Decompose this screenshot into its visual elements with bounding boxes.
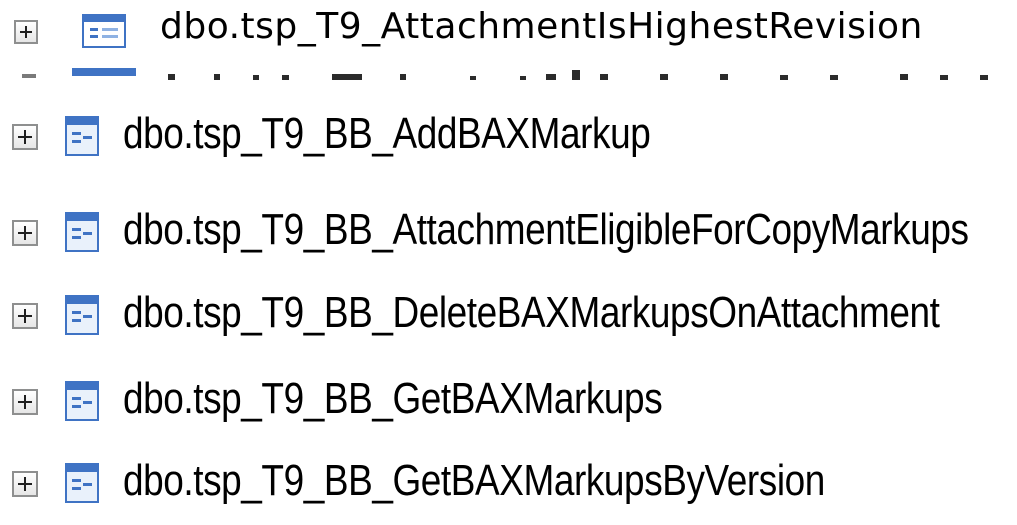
stored-procedure-icon [82,14,126,48]
tree-item-label: dbo.tsp_T9_BB_GetBAXMarkups [123,374,663,423]
tree-item-partial [0,62,1017,80]
tree-item[interactable]: dbo.tsp_T9_BB_DeleteBAXMarkupsOnAttachme… [0,279,1017,349]
tree-item[interactable]: dbo.tsp_T9_BB_GetBAXMarkups [0,365,1017,435]
expand-plus-icon[interactable] [12,389,38,415]
stored-procedure-icon [65,295,99,335]
stored-procedure-icon [65,116,99,156]
tree-item-label: dbo.tsp_T9_BB_GetBAXMarkupsByVersion [123,456,825,505]
tree-item-label: dbo.tsp_T9_BB_AttachmentEligibleForCopyM… [123,205,969,254]
tree-item-label: dbo.tsp_T9_BB_DeleteBAXMarkupsOnAttachme… [123,288,940,337]
expand-plus-icon[interactable] [12,124,38,150]
tree-item-label: dbo.tsp_T9_BB_AddBAXMarkup [123,109,651,158]
stored-procedure-icon [65,381,99,421]
tree-item[interactable]: dbo.tsp_T9_BB_AddBAXMarkup [0,100,1017,170]
tree-item[interactable]: dbo.tsp_T9_BB_AttachmentEligibleForCopyM… [0,196,1017,266]
expand-plus-icon[interactable] [12,220,38,246]
stored-procedure-icon [65,212,99,252]
tree-item[interactable]: dbo.tsp_T9_BB_GetBAXMarkupsByVersion [0,447,1017,517]
stored-procedure-icon [65,463,99,503]
object-explorer-tree: dbo.tsp_T9_AttachmentIsHighestRevision d… [0,0,1017,525]
tree-item[interactable]: dbo.tsp_T9_AttachmentIsHighestRevision [0,0,1017,60]
expand-plus-icon[interactable] [12,303,38,329]
expand-plus-icon[interactable] [12,471,38,497]
tree-item-label: dbo.tsp_T9_AttachmentIsHighestRevision [160,6,923,47]
expand-plus-icon[interactable] [14,20,38,44]
